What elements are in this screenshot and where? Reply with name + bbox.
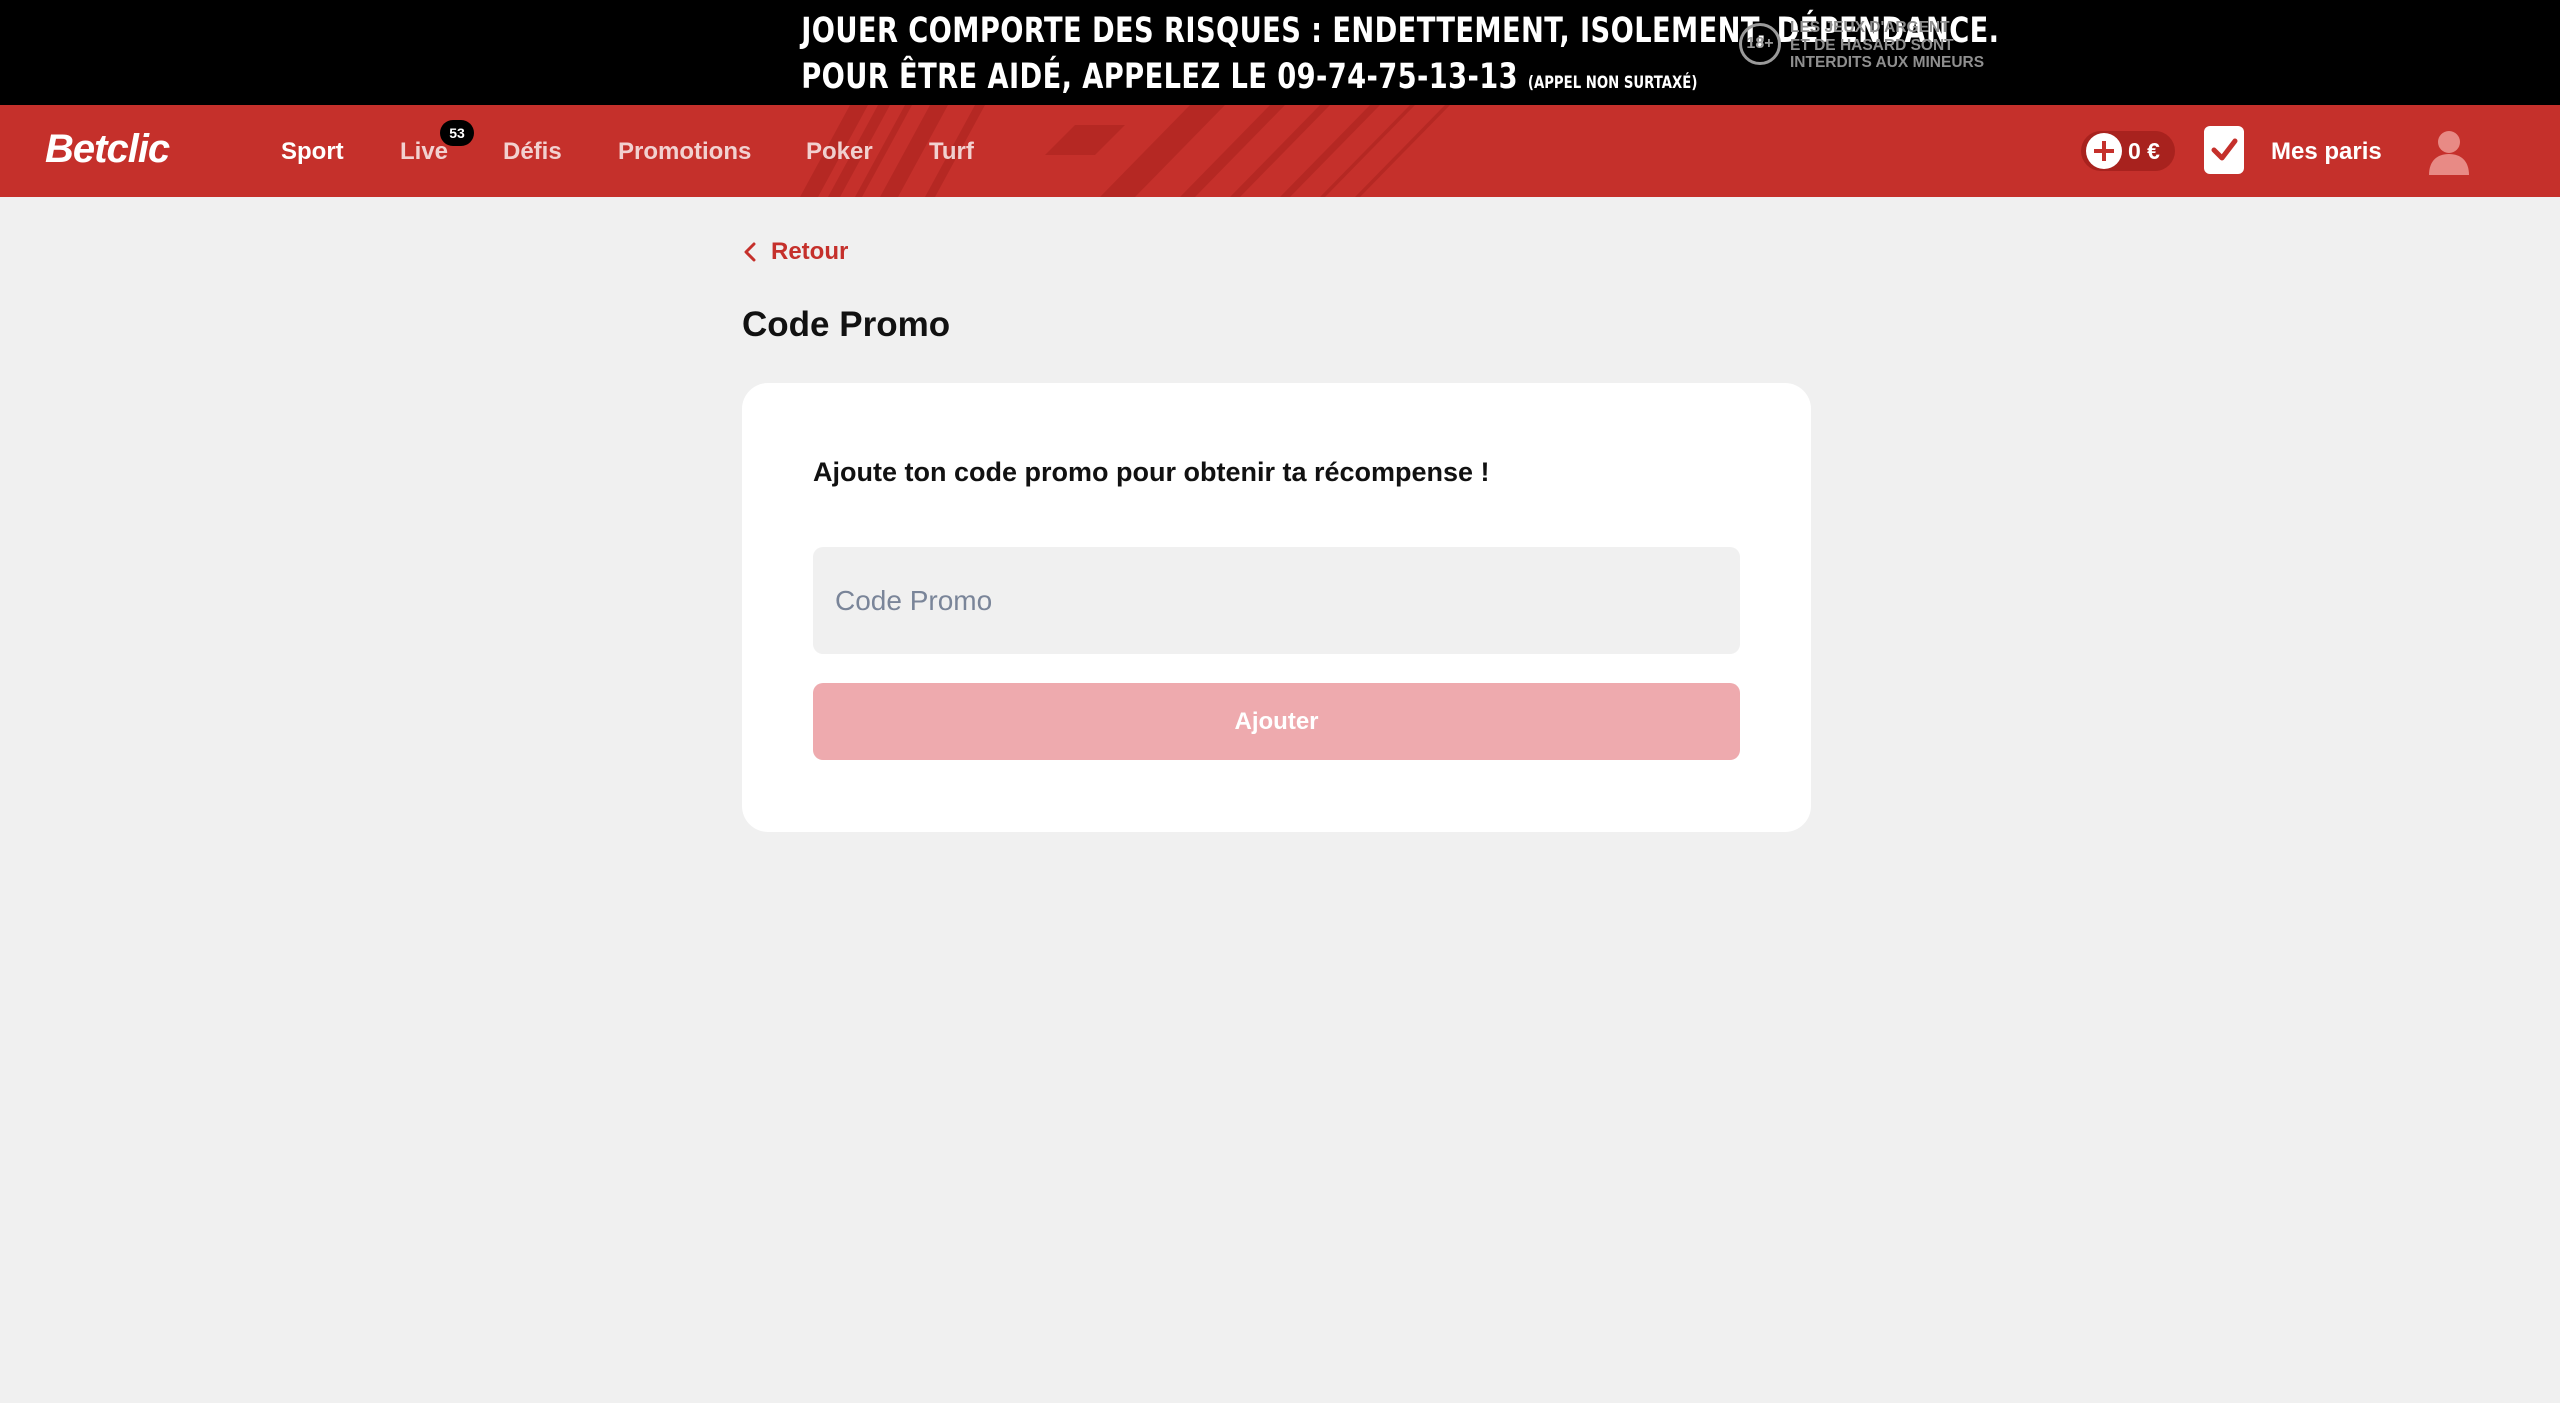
- banner-helpline: POUR ÊTRE AIDÉ, APPELEZ LE 09-74-75-13-1…: [801, 57, 1518, 97]
- banner-helpline-note: (APPEL NON SURTAXÉ): [1527, 73, 1698, 93]
- promo-code-input[interactable]: [813, 547, 1740, 654]
- banner-warning-text: JOUER COMPORTE DES RISQUES : ENDETTEMENT…: [801, 8, 2000, 106]
- promo-code-card: Ajoute ton code promo pour obtenir ta ré…: [742, 383, 1811, 832]
- nav-live[interactable]: Live: [400, 138, 448, 166]
- age-text-line-3: INTERDITS AUX MINEURS: [1790, 54, 1985, 71]
- age-text-line-1: LES JEUX D'ARGENT: [1790, 19, 1950, 36]
- balance-amount: 0 €: [2128, 138, 2160, 164]
- banner-line-2: POUR ÊTRE AIDÉ, APPELEZ LE 09-74-75-13-1…: [801, 54, 1697, 106]
- checkmark-icon: [2211, 138, 2238, 161]
- age-restriction-icon: 18+: [1739, 23, 1781, 65]
- betclic-logo[interactable]: Betclic: [45, 127, 170, 172]
- nav-turf[interactable]: Turf: [929, 138, 974, 166]
- nav-defis[interactable]: Défis: [503, 138, 562, 166]
- nav-poker[interactable]: Poker: [806, 138, 873, 166]
- back-label: Retour: [771, 238, 849, 265]
- checkbox-icon[interactable]: [2204, 126, 2244, 174]
- user-icon[interactable]: [2425, 127, 2473, 179]
- age-text-line-2: ET DE HASARD SONT: [1790, 36, 1954, 54]
- nav-promotions[interactable]: Promotions: [618, 138, 751, 166]
- my-bets-link[interactable]: Mes paris: [2271, 138, 2382, 166]
- main-header: Betclic Sport Live 53 Défis Promotions P…: [0, 105, 2560, 197]
- nav-sport[interactable]: Sport: [281, 138, 344, 166]
- plus-circle-icon[interactable]: [2086, 133, 2122, 169]
- age-restriction-text: LES JEUX D'ARGENT ET DE HASARD SONT INTE…: [1790, 19, 1984, 72]
- responsible-gaming-banner: JOUER COMPORTE DES RISQUES : ENDETTEMENT…: [0, 0, 2560, 105]
- back-link[interactable]: Retour: [743, 236, 848, 268]
- live-count-badge: 53: [440, 120, 474, 146]
- card-heading: Ajoute ton code promo pour obtenir ta ré…: [813, 457, 1490, 487]
- page-title: Code Promo: [742, 305, 951, 344]
- add-button[interactable]: Ajouter: [813, 683, 1740, 760]
- chevron-left-icon: [744, 242, 756, 262]
- banner-line-1: JOUER COMPORTE DES RISQUES : ENDETTEMENT…: [801, 11, 2000, 51]
